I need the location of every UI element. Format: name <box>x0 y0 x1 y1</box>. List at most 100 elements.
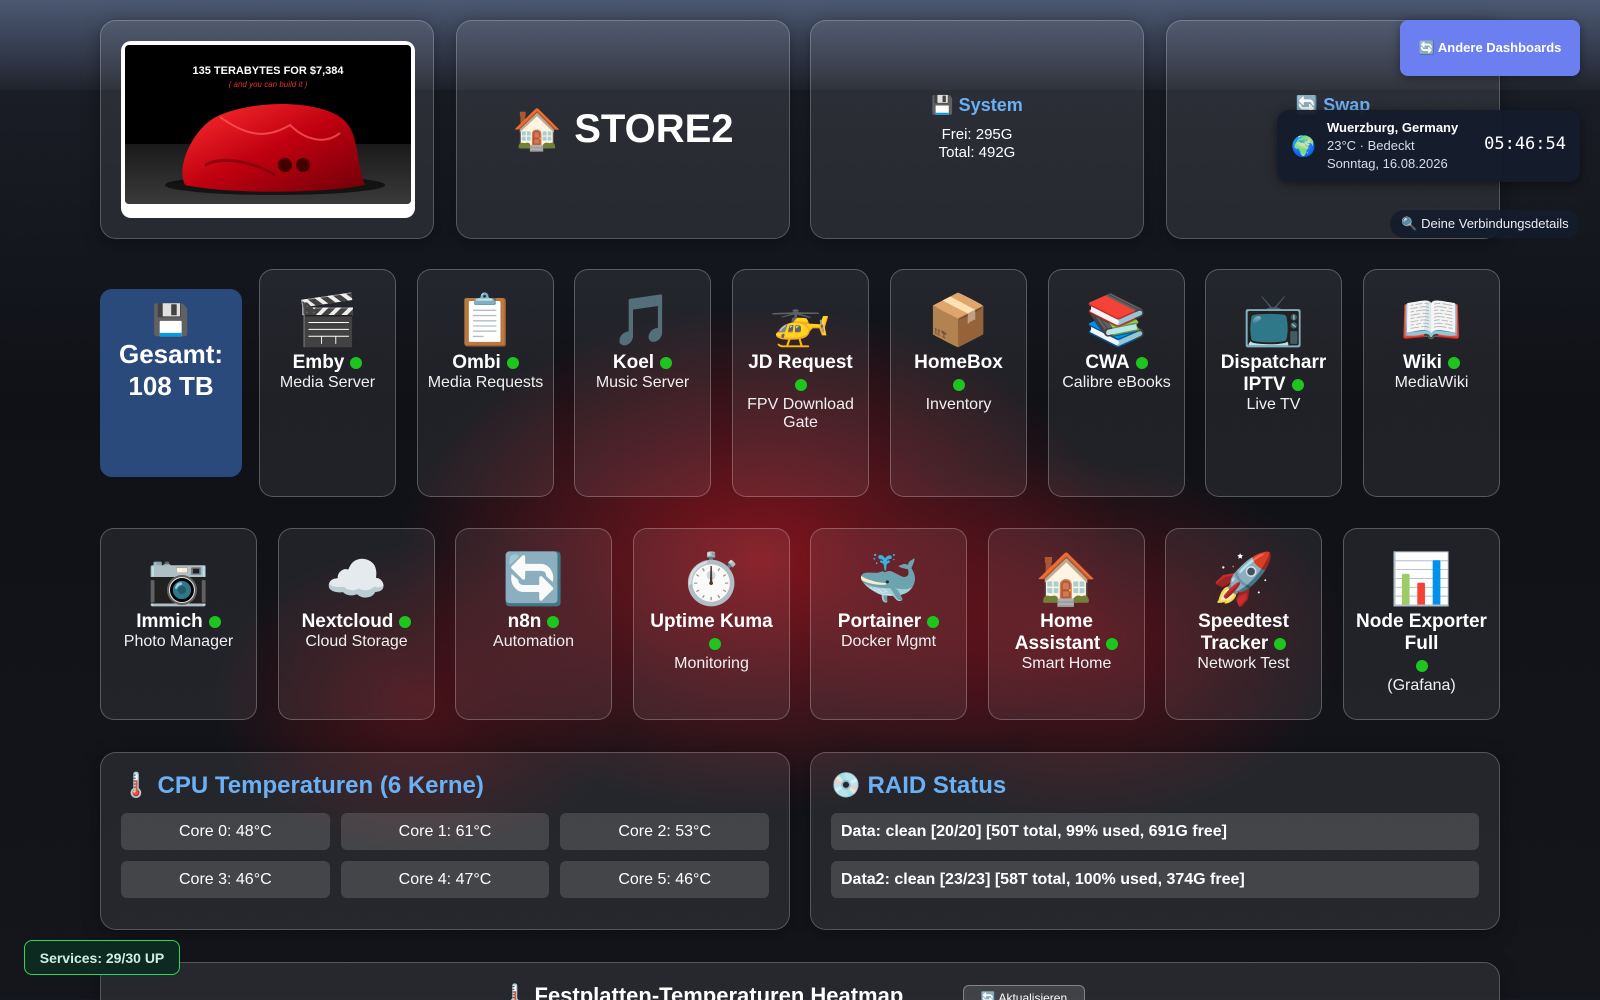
weather-date: Sonntag, 16.08.2026 <box>1327 156 1448 171</box>
service-tile[interactable]: 🔄 n8n Automation <box>455 528 612 720</box>
house-icon: 🏠 <box>1035 551 1098 607</box>
page-title: STORE2 <box>574 107 734 151</box>
red-cloth-image <box>165 103 385 195</box>
system-total: Total: 492G <box>938 144 1016 161</box>
connection-details-button[interactable]: 🔍 Deine Verbindungsdetails <box>1390 210 1580 238</box>
title-card: 🏠 STORE2 <box>456 20 790 239</box>
system-free: Frei: 295G <box>941 126 1013 143</box>
television-icon: 📺 <box>1242 292 1305 348</box>
service-desc: Photo Manager <box>123 633 234 650</box>
service-name: Immich <box>136 611 203 632</box>
service-tile[interactable]: 🎵 Koel Music Server <box>574 269 711 497</box>
disk-heatmap-panel: 🌡️ Festplatten-Temperaturen Heatmap 🔄 Ak… <box>100 962 1500 1000</box>
music-note-icon: 🎵 <box>611 292 674 348</box>
service-tile[interactable]: 🐳 Portainer Docker Mgmt <box>810 528 967 720</box>
service-desc: Network Test <box>1197 655 1290 672</box>
service-tile[interactable]: 📚 CWA Calibre eBooks <box>1048 269 1185 497</box>
service-desc: Live TV <box>1246 396 1301 413</box>
service-tile[interactable]: ⏱️ Uptime Kuma Monitoring <box>633 528 790 720</box>
refresh-arrows-icon: 🔄 <box>502 551 565 607</box>
weather-widget: 🌍 Wuerzburg, Germany 23°C · Bedeckt Sonn… <box>1277 110 1580 182</box>
cpu-temperatures-panel: 🌡️ CPU Temperaturen (6 Kerne) Core 0: 48… <box>100 752 790 930</box>
service-name: Dispatcharr IPTV <box>1220 352 1327 395</box>
service-tile[interactable]: 📊 Node Exporter Full (Grafana) <box>1343 528 1500 720</box>
status-dot <box>1447 356 1460 369</box>
service-desc: Cloud Storage <box>305 633 408 650</box>
house-icon: 🏠 <box>512 108 563 152</box>
system-card: 💾 System Frei: 295G Total: 492G <box>810 20 1144 239</box>
whale-icon: 🐳 <box>857 551 920 607</box>
status-dot <box>1415 659 1428 672</box>
service-desc: FPV Download Gate <box>747 396 854 431</box>
status-dot <box>927 615 940 628</box>
cloud-icon: ☁️ <box>325 551 388 607</box>
service-desc: Calibre eBooks <box>1062 374 1171 391</box>
service-name: Home Assistant <box>1014 611 1101 654</box>
heatmap-title: 🌡️ Festplatten-Temperaturen Heatmap <box>501 983 904 1000</box>
weather-condition: 23°C · Bedeckt <box>1327 138 1415 153</box>
clapperboard-icon: 🎬 <box>296 292 359 348</box>
floppy-icon: 💾 <box>152 304 190 337</box>
status-dot <box>547 615 560 628</box>
service-name: JD Request <box>748 352 853 373</box>
service-name: Wiki <box>1403 352 1442 373</box>
service-tile[interactable]: ☁️ Nextcloud Cloud Storage <box>278 528 435 720</box>
other-dashboards-button[interactable]: 🔄 Andere Dashboards <box>1400 20 1580 76</box>
service-name: Ombi <box>452 352 501 373</box>
total-label: Gesamt: <box>118 339 224 369</box>
status-dot <box>208 615 221 628</box>
status-dot <box>399 615 412 628</box>
status-dot <box>1291 378 1304 391</box>
service-name: HomeBox <box>914 352 1003 373</box>
service-desc: Monitoring <box>674 655 749 672</box>
service-tile[interactable]: 🏠 Home Assistant Smart Home <box>988 528 1145 720</box>
service-tile[interactable]: 📋 Ombi Media Requests <box>417 269 554 497</box>
refresh-button[interactable]: 🔄 Aktualisieren <box>963 985 1085 1000</box>
service-name: Koel <box>612 352 655 373</box>
status-dot <box>794 378 807 391</box>
status-dot <box>708 637 721 650</box>
core-temp: Core 5: 46°C <box>560 861 769 898</box>
service-name: Portainer <box>837 611 922 632</box>
status-dot <box>952 378 965 391</box>
service-name: Node Exporter Full <box>1356 611 1487 654</box>
bar-chart-icon: 📊 <box>1390 551 1453 607</box>
service-desc: Media Server <box>279 374 376 391</box>
service-desc: MediaWiki <box>1394 374 1469 391</box>
core-temp: Core 4: 47°C <box>340 861 550 898</box>
logo-image: 135 TERABYTES FOR $7,384 ( and you can b… <box>121 41 415 218</box>
total-value: 108 TB <box>128 371 214 401</box>
service-desc: Smart Home <box>1021 655 1112 672</box>
status-dot <box>350 356 363 369</box>
service-desc: Automation <box>493 633 574 650</box>
raid-array-row: Data2: clean [23/23] [58T total, 100% us… <box>831 861 1479 898</box>
service-tile[interactable]: 📺 Dispatcharr IPTV Live TV <box>1205 269 1342 497</box>
service-name: Uptime Kuma <box>650 611 773 632</box>
service-desc: Media Requests <box>427 374 544 391</box>
raid-array-row: Data: clean [20/20] [50T total, 99% used… <box>831 813 1479 850</box>
helicopter-icon: 🚁 <box>769 292 832 348</box>
service-tile[interactable]: 📷 Immich Photo Manager <box>100 528 257 720</box>
service-tile[interactable]: 🎬 Emby Media Server <box>259 269 396 497</box>
rocket-icon: 🚀 <box>1212 551 1275 607</box>
core-temp: Core 0: 48°C <box>121 813 330 850</box>
camera-icon: 📷 <box>147 551 210 607</box>
core-temp: Core 1: 61°C <box>340 813 550 850</box>
raid-status-panel: 💿 RAID Status Data: clean [20/20] [50T t… <box>810 752 1500 930</box>
service-name: Nextcloud <box>301 611 394 632</box>
globe-icon: 🌍 <box>1291 136 1316 158</box>
service-tile[interactable]: 🚀 Speedtest Tracker Network Test <box>1165 528 1322 720</box>
service-name: Emby <box>292 352 345 373</box>
service-tile[interactable]: 📦 HomeBox Inventory <box>890 269 1027 497</box>
core-temp: Core 2: 53°C <box>560 813 769 850</box>
logo-card: 135 TERABYTES FOR $7,384 ( and you can b… <box>100 20 434 239</box>
status-dot <box>660 356 673 369</box>
open-book-icon: 📖 <box>1400 292 1463 348</box>
stopwatch-icon: ⏱️ <box>680 551 743 607</box>
service-tile[interactable]: 🚁 JD Request FPV Download Gate <box>732 269 869 497</box>
service-tile[interactable]: 📖 Wiki MediaWiki <box>1363 269 1500 497</box>
core-temp: Core 3: 46°C <box>121 861 330 898</box>
system-heading: 💾 System <box>931 95 1023 115</box>
status-dot <box>1135 356 1148 369</box>
package-icon: 📦 <box>927 292 990 348</box>
